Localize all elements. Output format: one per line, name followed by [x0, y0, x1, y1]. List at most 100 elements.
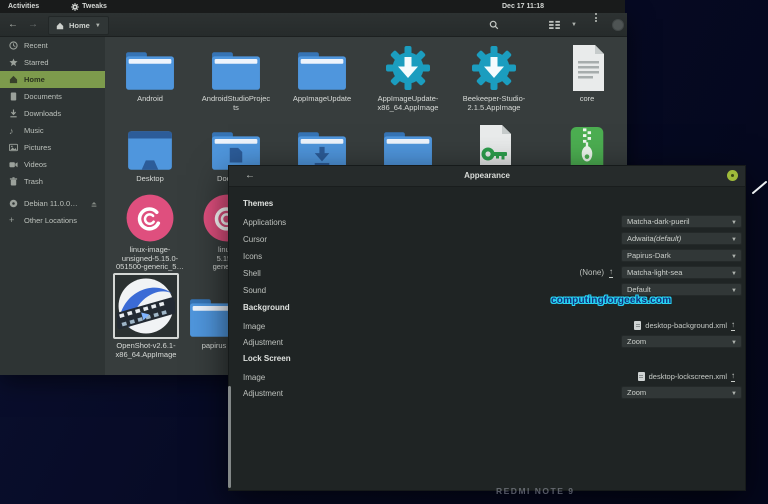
grid-item-clipped-folder[interactable] [107, 364, 189, 375]
grid-item-beekeeper-studio[interactable]: Beekeeper-Studio- 2.1.5.AppImage [453, 40, 535, 112]
chevron-down-icon: ▼ [731, 340, 737, 346]
view-options-dropdown[interactable]: ▼ [571, 13, 577, 36]
sidebar-item-trash[interactable]: Trash [0, 173, 105, 190]
grid-item-linux-image-deb[interactable]: linux-image- unsigned-5.15.0- 051500-gen… [109, 191, 191, 272]
desktop-folder-icon [125, 130, 175, 172]
chevron-down-icon: ▼ [731, 271, 737, 277]
text-file-icon [567, 44, 607, 92]
grid-item-appimageupdate[interactable]: AppImageUpdate [281, 40, 363, 104]
search-button[interactable] [489, 13, 499, 36]
icons-theme-dropdown[interactable]: Papirus-Dark ▼ [621, 249, 742, 262]
appimage-icon [470, 44, 518, 92]
path-bar-home-button[interactable]: Home ▼ [48, 16, 109, 35]
home-icon [9, 75, 18, 84]
file-label: AndroidStudioProjec ts [201, 94, 271, 112]
site-watermark: computingforgeeks.com [551, 295, 672, 306]
plus-icon: + [9, 215, 15, 225]
file-label: OpenShot-v2.6.1- x86_64.AppImage [115, 341, 177, 359]
sidebar-item-home[interactable]: Home [0, 71, 105, 88]
deb-package-icon [125, 193, 175, 243]
sidebar-item-other-locations[interactable]: + Other Locations [0, 212, 105, 229]
dropdown-value: Papirus-Dark [627, 251, 671, 260]
annotation-arrow [752, 181, 767, 194]
upload-icon[interactable]: ↑ [609, 267, 613, 278]
background-section-header: Background [243, 303, 290, 312]
sidebar-item-music[interactable]: ♪ Music [0, 122, 105, 139]
grid-view-icon [549, 20, 560, 29]
selection-border [113, 273, 179, 339]
grid-item-core[interactable]: core [546, 40, 627, 104]
openshot-icon [117, 277, 175, 335]
sidebar-label: Recent [24, 41, 48, 50]
row-label: Image [243, 322, 266, 331]
window-close-button[interactable] [612, 13, 624, 36]
gnome-top-bar: Activities Tweaks Dec 17 11:18 [0, 0, 625, 13]
background-adjustment-dropdown[interactable]: Zoom ▼ [621, 335, 742, 348]
home-icon [56, 22, 64, 29]
sidebar-label: Documents [24, 92, 62, 101]
view-toggle-button[interactable] [549, 13, 560, 36]
row-applications: Applications Matcha-dark-pueril ▼ [229, 215, 745, 229]
chevron-down-icon: ▼ [731, 288, 737, 294]
close-icon [612, 18, 624, 31]
file-manager-headerbar: ← → Home ▼ ▼ [0, 13, 627, 37]
activities-button[interactable]: Activities [0, 3, 39, 10]
shell-theme-dropdown[interactable]: Matcha-light-sea ▼ [621, 266, 742, 279]
lockscreen-image-file-button[interactable]: desktop-lockscreen.xml ↑ [637, 370, 735, 383]
lockscreen-adjustment-dropdown[interactable]: Zoom ▼ [621, 386, 742, 399]
download-icon [10, 109, 17, 118]
device-watermark: REDMI NOTE 9 [496, 486, 575, 496]
eject-icon[interactable] [90, 200, 98, 208]
file-label: Android [137, 94, 163, 103]
grid-item-appimageupdate-x86[interactable]: AppImageUpdate- x86_64.AppImage [367, 40, 449, 112]
file-icon [637, 372, 645, 381]
file-label: AppImageUpdate [292, 94, 352, 103]
tweaks-appearance-dialog: ← Appearance Themes Applications Matcha-… [228, 165, 746, 491]
sidebar-item-recent[interactable]: Recent [0, 37, 105, 54]
folder-icon [211, 50, 261, 92]
background-image-file-button[interactable]: desktop-background.xml ↑ [634, 319, 735, 332]
sidebar-item-pictures[interactable]: Pictures [0, 139, 105, 156]
grid-item-androidstudioprojects[interactable]: AndroidStudioProjec ts [195, 40, 277, 112]
sidebar-label: Videos [24, 160, 47, 169]
sidebar-item-documents[interactable]: Documents [0, 88, 105, 105]
gear-icon [71, 3, 79, 11]
sidebar-item-starred[interactable]: Starred [0, 54, 105, 71]
themes-section-header: Themes [243, 199, 274, 208]
dropdown-value: Adwaita [627, 234, 654, 243]
dropdown-value: Matcha-dark-pueril [627, 217, 690, 226]
grid-item-desktop[interactable]: Desktop [109, 120, 191, 184]
sidebar-label: Trash [24, 177, 43, 186]
menu-kebab-button[interactable] [595, 13, 597, 36]
sidebar-item-videos[interactable]: Videos [0, 156, 105, 173]
picture-icon [9, 143, 18, 152]
grid-item-openshot-appimage[interactable]: OpenShot-v2.6.1- x86_64.AppImage [105, 269, 187, 359]
back-button[interactable]: ← [8, 13, 18, 36]
dialog-scrollbar[interactable] [228, 386, 231, 488]
row-cursor: Cursor Adwaita (default) ▼ [229, 232, 745, 246]
clock[interactable]: Dec 17 11:18 [502, 3, 544, 10]
forward-button[interactable]: → [28, 13, 38, 36]
cursor-theme-dropdown[interactable]: Adwaita (default) ▼ [621, 232, 742, 245]
dialog-close-button[interactable] [727, 170, 738, 181]
sidebar-item-downloads[interactable]: Downloads [0, 105, 105, 122]
file-icon [634, 321, 642, 330]
chevron-down-icon: ▼ [731, 254, 737, 260]
dropdown-value: Matcha-light-sea [627, 268, 683, 277]
sidebar-item-debian-volume[interactable]: Debian 11.0.0… [0, 195, 105, 212]
row-label: Image [243, 373, 266, 382]
tweaks-label: Tweaks [82, 3, 107, 10]
grid-item-android[interactable]: Android [109, 40, 191, 104]
dialog-headerbar: ← Appearance [229, 166, 745, 187]
row-icons: Icons Papirus-Dark ▼ [229, 249, 745, 263]
dropdown-value: Zoom [627, 337, 647, 346]
shell-none-value: (None) [579, 268, 604, 277]
path-label: Home [69, 21, 90, 30]
applications-theme-dropdown[interactable]: Matcha-dark-pueril ▼ [621, 215, 742, 228]
tweaks-app-indicator[interactable]: Tweaks [71, 3, 107, 11]
file-manager-sidebar: Recent Starred Home Documents Downloads … [0, 37, 105, 375]
sidebar-label: Downloads [24, 109, 62, 118]
row-lockscreen-adjustment: Adjustment Zoom ▼ [229, 386, 745, 400]
video-camera-icon [9, 162, 18, 168]
folder-icon [297, 50, 347, 92]
